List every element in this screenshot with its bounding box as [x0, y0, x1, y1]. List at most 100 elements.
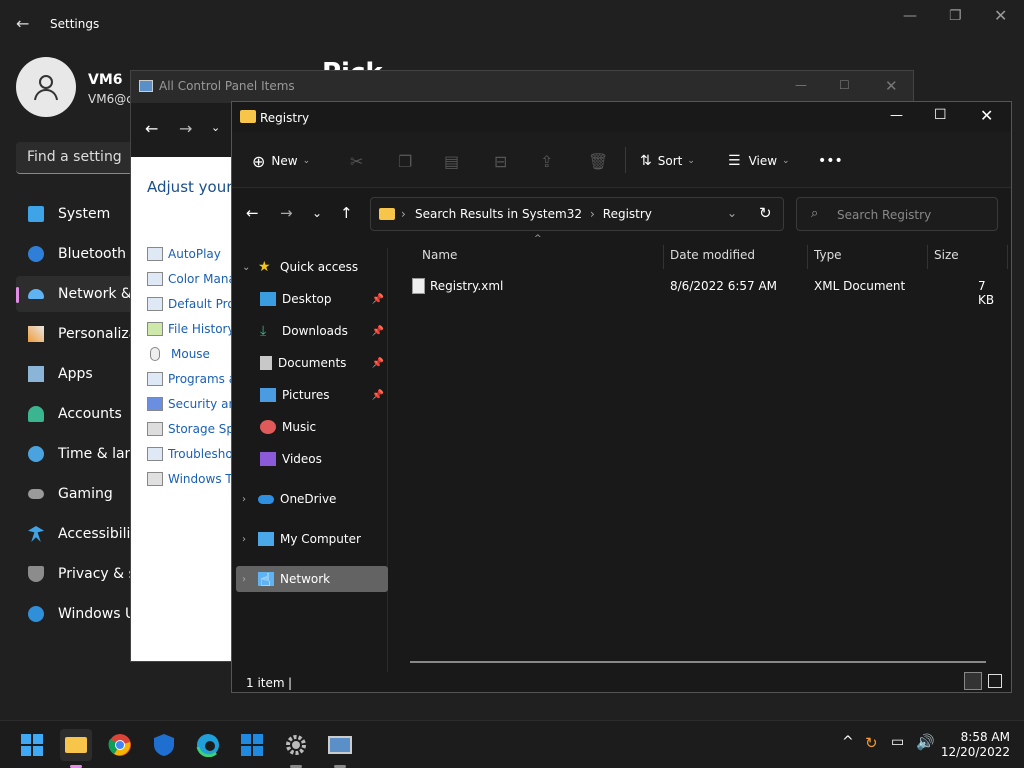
pin-icon: 📌 [371, 389, 384, 401]
nav-videos[interactable]: Videos [260, 446, 388, 472]
expanded-chevron-icon: ⌄ [242, 261, 251, 273]
store-icon[interactable] [236, 729, 268, 761]
new-button[interactable]: ⊕ New ⌄ [252, 152, 310, 171]
cp-item-programs[interactable]: Programs an [147, 369, 244, 389]
chrome-icon[interactable] [104, 729, 136, 761]
sort-button[interactable]: ⇅ Sort ⌄ [640, 152, 695, 170]
pictures-icon [260, 388, 276, 402]
cp-forward-icon[interactable]: → [179, 119, 192, 138]
cp-back-icon[interactable]: ← [145, 119, 158, 138]
cp-maximize-icon[interactable]: ☐ [839, 78, 850, 92]
nav-time-language[interactable]: Time & lang [16, 436, 136, 472]
cp-item-mouse[interactable]: Mouse [147, 344, 210, 364]
column-type[interactable]: Type [808, 245, 928, 269]
column-date[interactable]: Date modified [664, 245, 808, 269]
ex-back-icon[interactable]: ← [246, 204, 259, 222]
column-size[interactable]: Size [928, 245, 1008, 269]
nav-windows-update[interactable]: Windows U [16, 596, 136, 632]
address-dropdown-icon[interactable]: ⌄ [727, 206, 737, 220]
folder-icon [379, 208, 395, 220]
breadcrumb-search-results[interactable]: Search Results in System32 [415, 207, 582, 230]
back-arrow-icon[interactable]: ← [16, 14, 29, 33]
nav-accounts[interactable]: Accounts [16, 396, 136, 432]
control-panel-taskbar-icon[interactable] [324, 729, 356, 761]
security-shield-icon[interactable] [148, 729, 180, 761]
nav-personalization[interactable]: Personaliza [16, 316, 136, 352]
horizontal-scrollbar[interactable] [410, 661, 986, 663]
file-size: 7 KB [978, 279, 995, 307]
breadcrumb-registry[interactable]: Registry [603, 207, 652, 230]
ex-maximize-icon[interactable]: ☐ [934, 107, 947, 123]
nav-bluetooth[interactable]: Bluetooth & [16, 236, 136, 272]
cp-item-default-programs[interactable]: Default Prog [147, 294, 242, 314]
rename-icon[interactable]: ⊟ [494, 152, 507, 171]
nav-pictures[interactable]: Pictures 📌 [260, 382, 388, 408]
cp-item-security[interactable]: Security and [147, 394, 244, 414]
nav-documents[interactable]: Documents 📌 [260, 350, 388, 376]
nav-network[interactable]: › Network [236, 566, 388, 592]
file-row[interactable]: Registry.xml 8/6/2022 6:57 AM XML Docume… [412, 278, 1002, 307]
collapsed-chevron-icon: › [242, 493, 246, 505]
column-name[interactable]: Name [416, 245, 664, 269]
nav-network[interactable]: Network & [16, 276, 136, 312]
close-icon[interactable]: ✕ [994, 6, 1007, 25]
tiles-view-icon[interactable] [988, 674, 1002, 688]
sync-icon[interactable]: ↻ [865, 734, 878, 752]
nav-onedrive[interactable]: › OneDrive [236, 486, 388, 512]
nav-music[interactable]: Music [260, 414, 388, 440]
chevron-up-icon[interactable]: ^ [842, 734, 854, 750]
copy-icon[interactable]: ❐ [398, 152, 412, 171]
share-icon[interactable]: ⇪ [540, 152, 553, 171]
file-date: 8/6/2022 6:57 AM [670, 279, 778, 293]
start-icon[interactable] [16, 729, 48, 761]
nav-privacy[interactable]: Privacy & se [16, 556, 136, 592]
flag-icon [147, 397, 163, 411]
cp-item-color[interactable]: Color Manag [147, 269, 243, 289]
details-view-icon[interactable] [964, 672, 982, 690]
mouse-icon [150, 347, 160, 361]
settings-gear-icon[interactable] [280, 729, 312, 761]
cp-item-windows-tools[interactable]: Windows To [147, 469, 238, 489]
cp-item-file-history[interactable]: File History [147, 319, 235, 339]
paste-icon[interactable]: ▤ [444, 152, 459, 171]
tools-icon [147, 472, 163, 486]
nav-downloads[interactable]: ⤓ Downloads 📌 [260, 318, 388, 344]
nav-system[interactable]: System [16, 196, 136, 232]
nav-gaming[interactable]: Gaming [16, 476, 136, 512]
network-tray-icon[interactable]: ▭ [891, 734, 904, 750]
system-clock[interactable]: 8:58 AM 12/20/2022 [941, 730, 1010, 760]
more-options-icon[interactable]: ••• [818, 152, 843, 170]
recent-chevron-icon[interactable]: ⌄ [312, 206, 322, 220]
settings-search-input[interactable]: Find a setting [16, 142, 136, 174]
nav-quick-access[interactable]: ⌄ ★ Quick access [236, 254, 388, 280]
ex-close-icon[interactable]: ✕ [980, 106, 993, 125]
volume-icon[interactable]: 🔊 [916, 733, 935, 751]
user-name: VM6 [88, 72, 123, 88]
computer-icon [258, 532, 274, 546]
delete-icon[interactable]: 🗑 [588, 152, 608, 171]
nav-desktop[interactable]: Desktop 📌 [260, 286, 388, 312]
cp-item-troubleshoot[interactable]: Troubleshoo [147, 444, 240, 464]
cp-chevron-down-icon[interactable]: ⌄ [211, 121, 220, 134]
cp-item-autoplay[interactable]: AutoPlay [147, 244, 221, 264]
status-divider: | [288, 676, 293, 690]
maximize-icon[interactable]: ❐ [949, 8, 962, 24]
cp-minimize-icon[interactable]: — [795, 78, 807, 92]
refresh-icon[interactable]: ↻ [759, 204, 772, 222]
nav-accessibility[interactable]: Accessibility [16, 516, 136, 552]
address-bar[interactable]: › Search Results in System32 › Registry … [370, 197, 784, 231]
nav-apps[interactable]: Apps [16, 356, 136, 392]
ex-minimize-icon[interactable]: — [890, 108, 903, 123]
cp-close-icon[interactable]: ✕ [885, 77, 898, 95]
search-input[interactable]: ⌕ Search Registry [796, 197, 998, 231]
ex-forward-icon[interactable]: → [280, 204, 293, 222]
file-explorer-icon[interactable] [60, 729, 92, 761]
minimize-icon[interactable]: — [903, 8, 917, 24]
view-button[interactable]: ☰ View ⌄ [728, 152, 790, 170]
edge-icon[interactable] [192, 729, 224, 761]
avatar[interactable] [16, 57, 76, 117]
up-arrow-icon[interactable]: ↑ [340, 204, 353, 222]
troubleshoot-icon [147, 447, 163, 461]
nav-my-computer[interactable]: › My Computer [236, 526, 388, 552]
cut-icon[interactable]: ✂ [350, 152, 363, 171]
